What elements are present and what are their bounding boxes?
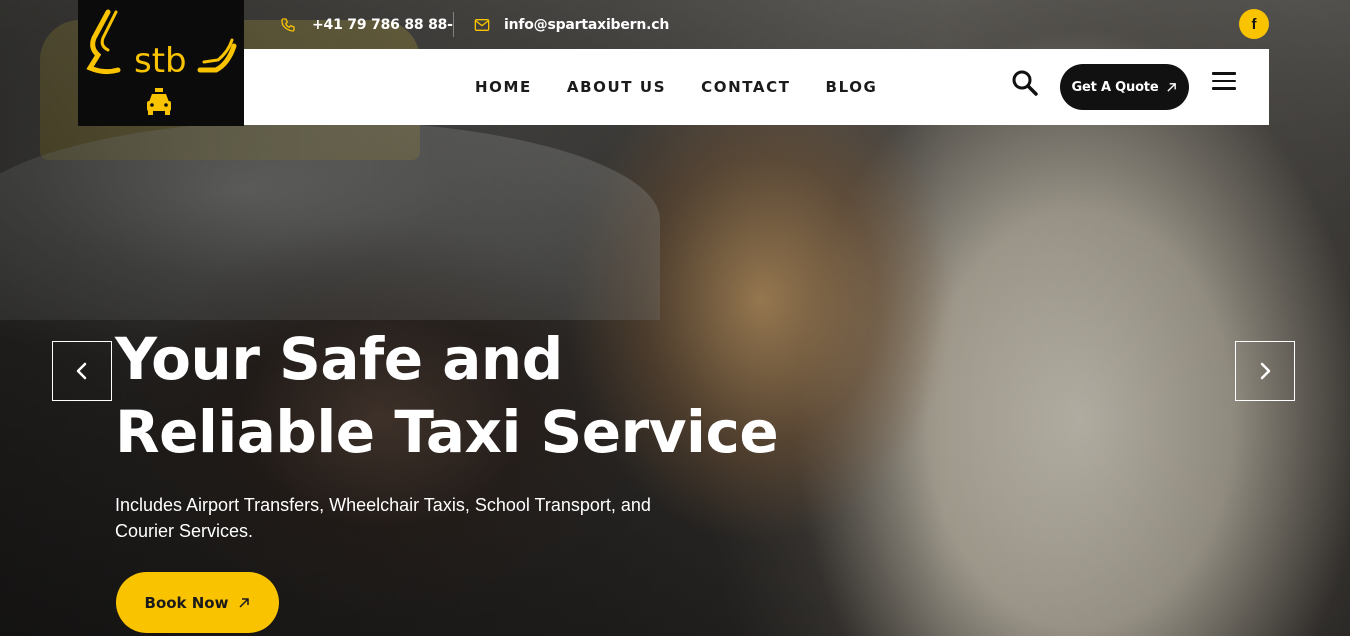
hero-subtext: Includes Airport Transfers, Wheelchair T… [115, 495, 651, 541]
quote-label: Get A Quote [1071, 79, 1159, 95]
get-a-quote-button[interactable]: Get A Quote [1060, 64, 1189, 110]
headline-line-1: Your Safe and [115, 325, 563, 393]
site-logo[interactable]: stb [78, 0, 244, 126]
svg-text:stb: stb [134, 41, 187, 81]
envelope-icon [474, 19, 490, 31]
nav-home[interactable]: HOME [475, 78, 532, 96]
slider-prev-button[interactable] [52, 341, 112, 401]
chevron-left-icon [76, 362, 87, 380]
taxi-car-icon [147, 88, 171, 115]
facebook-icon[interactable]: f [1239, 9, 1269, 39]
topbar-divider [453, 12, 454, 37]
main-navbar: HOME ABOUT US CONTACT BLOG Get A Quote [244, 49, 1269, 125]
headline-line-2: Reliable Taxi Service [115, 398, 779, 466]
logo-graphic: stb [86, 9, 237, 115]
slider-next-button[interactable] [1235, 341, 1295, 401]
search-button[interactable] [1011, 69, 1039, 97]
phone-number[interactable]: +41 79 786 88 88- [312, 17, 453, 33]
email-address[interactable]: info@spartaxibern.ch [504, 17, 669, 33]
chevron-right-icon [1260, 362, 1271, 380]
nav-contact[interactable]: CONTACT [701, 78, 790, 96]
phone-icon [281, 18, 295, 32]
hero-headline: Your Safe and Reliable Taxi Service [115, 323, 815, 469]
arrow-up-right-icon [1167, 82, 1177, 92]
book-now-button[interactable]: Book Now [116, 572, 279, 633]
arrow-up-right-icon [239, 597, 250, 608]
top-info-bar: +41 79 786 88 88- info@spartaxibern.ch f [244, 0, 1270, 49]
main-nav: HOME ABOUT US CONTACT BLOG [475, 49, 912, 125]
nav-about-us[interactable]: ABOUT US [567, 78, 666, 96]
email-contact[interactable]: info@spartaxibern.ch [474, 14, 669, 36]
search-icon [1012, 70, 1038, 96]
hamburger-menu-icon[interactable] [1212, 72, 1236, 92]
nav-blog[interactable]: BLOG [826, 78, 878, 96]
book-now-label: Book Now [144, 593, 229, 612]
phone-contact[interactable]: +41 79 786 88 88- [280, 14, 453, 36]
